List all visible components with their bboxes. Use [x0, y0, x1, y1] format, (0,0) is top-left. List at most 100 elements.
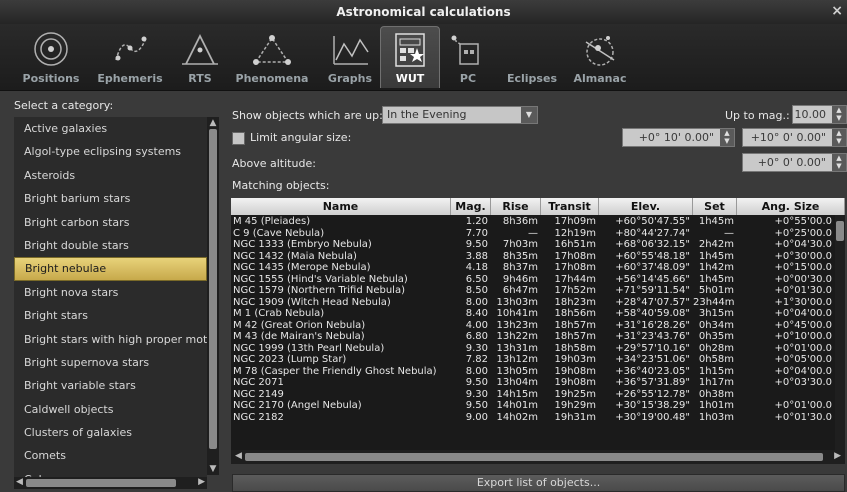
tab-pc[interactable]: PC	[446, 26, 490, 88]
scroll-thumb[interactable]	[836, 221, 844, 241]
category-item[interactable]: Bright stars with high proper moti	[14, 328, 207, 351]
limit-size-max-spinbox[interactable]: +10° 0' 0.00" ▲ ▼	[742, 128, 847, 147]
table-row[interactable]: NGC 1999 (13th Pearl Nebula) 9.30 13h31m 18…	[231, 343, 845, 355]
tab-wut[interactable]: WUT	[380, 26, 440, 88]
table-row[interactable]: NGC 2023 (Lump Star) 7.82 13h12m 19h03m +34°…	[231, 354, 845, 366]
scroll-left-icon[interactable]: ◀	[16, 477, 23, 487]
table-cell: 9.30	[465, 342, 488, 354]
show-up-label: Show objects which are up:	[232, 109, 383, 122]
tab-positions[interactable]: Positions	[16, 26, 86, 88]
col-header-name[interactable]: Name	[231, 198, 451, 215]
tab-label: WUT	[395, 72, 425, 85]
category-item[interactable]: Bright variable stars	[14, 374, 207, 397]
table-cell: 2h42m	[698, 239, 734, 250]
category-item[interactable]: Bright carbon stars	[14, 211, 207, 234]
scroll-down-icon[interactable]: ▼	[207, 464, 219, 474]
table-row[interactable]: NGC 1435 (Merope Nebula) 4.18 8h37m 17h08m +…	[231, 262, 845, 274]
table-cell: 18h57m	[554, 319, 596, 331]
tab-rts[interactable]: RTS	[180, 26, 220, 88]
table-cell: +80°44'27.74"	[615, 227, 690, 239]
limit-size-min-spinbox[interactable]: +0° 10' 0.00" ▲ ▼	[622, 128, 735, 147]
category-item[interactable]: Bright stars	[14, 304, 207, 327]
category-item[interactable]: Caldwell objects	[14, 398, 207, 421]
table-cell: M 42 (Great Orion Nebula)	[233, 319, 366, 331]
category-item[interactable]: Bright double stars	[14, 234, 207, 257]
table-cell: 17h44m	[554, 273, 596, 285]
table-cell: +0°55'00.0	[774, 216, 832, 227]
scroll-up-icon[interactable]: ▲	[207, 118, 219, 128]
table-cell: 8.50	[465, 285, 488, 296]
close-icon[interactable]: ×	[831, 3, 843, 19]
table-row[interactable]: NGC 1579 (Northern Trifid Nebula) 8.50 6h4…	[231, 285, 845, 297]
category-item[interactable]: Active galaxies	[14, 117, 207, 140]
table-row[interactable]: C 9 (Cave Nebula) 7.70 — 12h19m +80°44'27.74…	[231, 228, 845, 240]
tab-almanac[interactable]: Almanac	[570, 26, 630, 88]
spin-arrows-icon[interactable]: ▲ ▼	[832, 106, 846, 123]
col-header-ang-size[interactable]: Ang. Size	[737, 198, 845, 215]
tab-ephemeris[interactable]: Ephemeris	[90, 26, 170, 88]
scroll-right-icon[interactable]: ▶	[198, 477, 205, 487]
tab-eclipses[interactable]: Eclipses	[502, 26, 562, 88]
category-item[interactable]: Bright nova stars	[14, 281, 207, 304]
scroll-right-icon[interactable]: ▶	[834, 451, 841, 461]
show-up-dropdown[interactable]: In the Evening ▼	[382, 106, 538, 124]
spin-arrows-icon[interactable]: ▲ ▼	[832, 154, 846, 171]
col-header-mag[interactable]: Mag.	[451, 198, 491, 215]
table-cell: +0°10'00.0	[774, 331, 832, 342]
scroll-left-icon[interactable]: ◀	[235, 451, 242, 461]
table-cell: 17h08m	[554, 250, 596, 262]
table-vscrollbar[interactable]	[835, 215, 845, 450]
tab-label: RTS	[188, 72, 212, 85]
category-item[interactable]: Asteroids	[14, 164, 207, 187]
limit-size-label: Limit angular size:	[250, 131, 352, 144]
table-cell: 19h08m	[554, 377, 596, 388]
above-altitude-spinbox[interactable]: +0° 0' 0.00" ▲ ▼	[742, 153, 847, 172]
category-hscrollbar[interactable]: ◀ ▶	[14, 477, 207, 489]
table-cell: +0°04'00.0	[774, 308, 832, 319]
table-row[interactable]: NGC 2071 9.50 13h04m 19h08m +36°57'31.89" 1h1…	[231, 377, 845, 389]
limit-size-min-value: +0° 10' 0.00"	[638, 131, 714, 144]
table-row[interactable]: NGC 1432 (Maia Nebula) 3.88 8h35m 17h08m +60…	[231, 251, 845, 263]
export-list-button[interactable]: Export list of objects...	[232, 474, 845, 492]
scroll-thumb[interactable]	[26, 479, 176, 487]
col-header-transit[interactable]: Transit	[541, 198, 599, 215]
table-cell: 8.40	[465, 308, 488, 319]
spin-arrows-icon[interactable]: ▲ ▼	[720, 129, 734, 146]
table-cell: 12h19m	[554, 227, 596, 239]
category-item[interactable]: Clusters of galaxies	[14, 421, 207, 444]
col-header-elev[interactable]: Elev.	[599, 198, 693, 215]
table-row[interactable]: M 42 (Great Orion Nebula) 4.00 13h23m 18h57…	[231, 320, 845, 332]
table-row[interactable]: M 1 (Crab Nebula) 8.40 10h41m 18h56m +58°40'…	[231, 308, 845, 320]
table-row[interactable]: M 43 (de Mairan's Nebula) 6.80 13h22m 18h57…	[231, 331, 845, 343]
spin-arrows-icon[interactable]: ▲ ▼	[832, 129, 846, 146]
category-item[interactable]: Cubewanos	[14, 468, 207, 477]
table-row[interactable]: NGC 1909 (Witch Head Nebula) 8.00 13h03m 18…	[231, 297, 845, 309]
col-header-set[interactable]: Set	[693, 198, 737, 215]
category-item[interactable]: Comets	[14, 444, 207, 467]
tab-phenomena[interactable]: Phenomena	[232, 26, 312, 88]
wut-main-pane: Show objects which are up: In the Evenin…	[225, 91, 847, 492]
category-item[interactable]: Bright supernova stars	[14, 351, 207, 374]
table-cell: 7.70	[465, 227, 488, 239]
col-header-rise[interactable]: Rise	[491, 198, 541, 215]
table-row[interactable]: NGC 1555 (Hind's Variable Nebula) 6.50 9h4…	[231, 274, 845, 286]
scroll-thumb[interactable]	[245, 453, 823, 461]
category-item[interactable]: Algol-type eclipsing systems	[14, 140, 207, 163]
tab-graphs[interactable]: Graphs	[322, 26, 378, 88]
limit-size-checkbox[interactable]	[232, 132, 245, 145]
table-row[interactable]: NGC 2170 (Angel Nebula) 9.50 14h01m 19h29m +…	[231, 400, 845, 412]
table-row[interactable]: NGC 2149 9.30 14h15m 19h25m +26°55'12.78" 0h3…	[231, 389, 845, 401]
category-pane: Select a category: Active galaxies Algol…	[0, 91, 225, 492]
table-row[interactable]: NGC 1333 (Embryo Nebula) 9.50 7h03m 16h51m +…	[231, 239, 845, 251]
table-hscrollbar[interactable]: ◀ ▶	[231, 450, 845, 464]
scroll-thumb[interactable]	[209, 129, 217, 449]
rts-icon	[182, 33, 218, 65]
table-cell: 19h31m	[554, 411, 596, 423]
category-item-selected[interactable]: Bright nebulae	[14, 257, 207, 281]
category-vscrollbar[interactable]: ▲ ▼	[207, 117, 219, 475]
table-row[interactable]: M 45 (Pleiades) 1.20 8h36m 17h09m +60°50'47.…	[231, 216, 845, 228]
category-item[interactable]: Bright barium stars	[14, 187, 207, 210]
table-row[interactable]: NGC 2182 9.00 14h02m 19h31m +30°19'00.48" 1h0…	[231, 412, 845, 424]
up-to-mag-spinbox[interactable]: 10.00 ▲ ▼	[792, 105, 847, 124]
table-row[interactable]: M 78 (Casper the Friendly Ghost Nebula) 8…	[231, 366, 845, 378]
